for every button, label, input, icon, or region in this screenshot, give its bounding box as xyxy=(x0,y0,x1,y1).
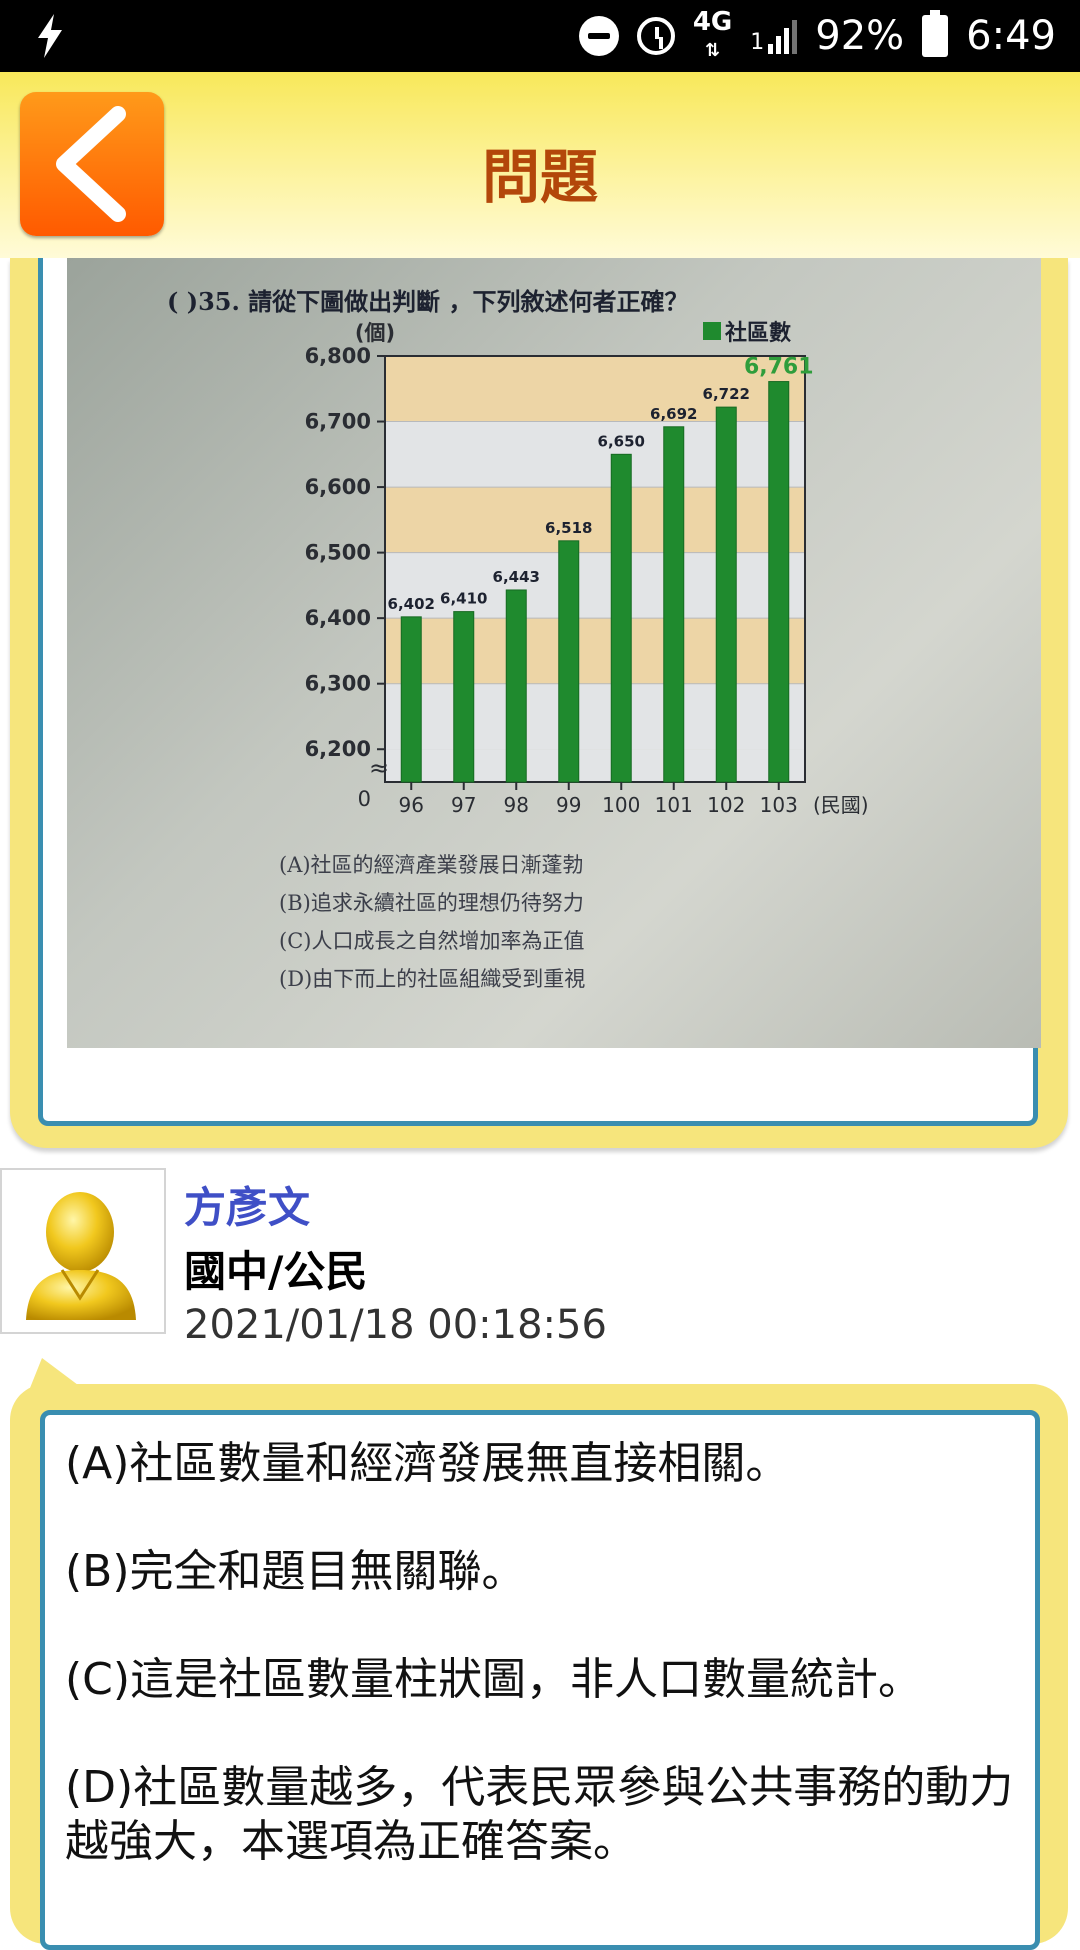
question-card-inner: ( )35. 請從下圖做出判斷 ，下列敘述何者正確？ 6,800 6,700 6,6… xyxy=(38,258,1041,1126)
y-tick-label: 6,200 xyxy=(305,737,371,761)
battery-percent: 92% xyxy=(815,13,905,59)
4g-icon: 4G ⇅ xyxy=(692,6,733,61)
axis-break-mark: ≈ xyxy=(369,754,389,782)
x-tick-label: 98 xyxy=(504,793,529,817)
x-tick-label: 96 xyxy=(399,793,424,817)
chart-band xyxy=(385,487,805,553)
question-option: (C)人口成長之自然增加率為正值 xyxy=(279,929,585,953)
legend-label: 社區數 xyxy=(725,320,791,346)
bar-data-label: 6,402 xyxy=(388,595,435,613)
bar-data-label: 6,410 xyxy=(440,590,487,608)
y-tick-label: 6,800 xyxy=(305,344,371,368)
x-tick-label: 99 xyxy=(556,793,581,817)
chart-bar xyxy=(453,611,475,783)
y-tick-label: 6,500 xyxy=(305,541,371,565)
x-tick-label: 103 xyxy=(760,793,798,817)
y-tick-label: 0 xyxy=(358,787,371,811)
y-axis-label: (個) xyxy=(355,321,395,345)
answer-line: (A)社區數量和經濟發展無直接相關。 xyxy=(65,1438,790,1489)
chart-band xyxy=(385,749,805,782)
bar-data-label: 6,650 xyxy=(598,432,645,450)
page-title: 問題 xyxy=(481,143,598,211)
x-tick-label: 102 xyxy=(707,793,745,817)
answer-line: (C)這是社區數量柱狀圖，非人口數量統計。 xyxy=(65,1654,923,1705)
author-name[interactable]: 方彥文 xyxy=(184,1174,310,1235)
bar-data-label: 6,518 xyxy=(545,519,592,537)
question-options: (A)社區的經濟產業發展日漸蓬勃 (B)追求永續社區的理想仍待努力 (C)人口成… xyxy=(279,846,585,998)
chart-bar xyxy=(558,540,580,783)
x-tick-label: 101 xyxy=(655,793,693,817)
flash-icon xyxy=(36,0,64,72)
chart-bar xyxy=(610,453,632,783)
chart-band xyxy=(385,421,805,488)
question-option: (B)追求永續社區的理想仍待努力 xyxy=(279,891,584,915)
status-bar: 4G ⇅ 1 92% 6:49 xyxy=(0,0,1080,72)
x-tick-label: 97 xyxy=(451,793,476,817)
avatar[interactable] xyxy=(0,1168,166,1334)
chart-bar xyxy=(768,381,790,783)
chart-band xyxy=(385,683,805,750)
answer-bubble: (A)社區數量和經濟發展無直接相關。 (B)完全和題目無關聯。 (C)這是社區數… xyxy=(10,1384,1068,1950)
author-category: 國中/公民 xyxy=(184,1247,368,1296)
y-tick-label: 6,600 xyxy=(305,475,371,499)
bar-data-label: 6,722 xyxy=(703,385,750,403)
question-option: (A)社區的經濟產業發展日漸蓬勃 xyxy=(279,853,584,877)
bar-data-label: 6,761 xyxy=(744,355,814,380)
bar-data-label: 6,443 xyxy=(493,568,540,586)
bar-data-label: 6,692 xyxy=(650,405,697,423)
chart-bar xyxy=(505,589,527,783)
x-tick-label: 100 xyxy=(602,793,640,817)
x-axis-label: (民國) xyxy=(813,793,869,817)
answer-content: (A)社區數量和經濟發展無直接相關。 (B)完全和題目無關聯。 (C)這是社區數… xyxy=(40,1410,1040,1950)
app-header: 問題 xyxy=(0,72,1080,258)
signal-icon: 1 xyxy=(750,18,798,54)
legend-swatch xyxy=(703,322,721,340)
chart-band xyxy=(385,552,805,619)
battery-icon xyxy=(922,10,949,57)
chart-bar xyxy=(663,426,685,783)
y-tick-label: 6,700 xyxy=(305,410,371,434)
chart-band xyxy=(385,618,805,684)
question-option: (D)由下而上的社區組織受到重視 xyxy=(279,967,586,991)
y-tick-label: 6,400 xyxy=(305,606,371,630)
do-not-disturb-icon xyxy=(578,16,619,56)
answer-line: (D)社區數量越多，代表民眾參與公共事務的動力越強大，本選項為正確答案。 xyxy=(65,1762,1014,1867)
alarm-icon xyxy=(636,17,675,55)
question-photo[interactable]: ( )35. 請從下圖做出判斷 ，下列敘述何者正確？ 6,800 6,700 6,6… xyxy=(67,258,1041,1048)
chart-bar xyxy=(400,616,422,783)
answer-timestamp: 2021/01/18 00:18:56 xyxy=(184,1302,607,1348)
question-card: ( )35. 請從下圖做出判斷 ，下列敘述何者正確？ 6,800 6,700 6,6… xyxy=(10,258,1068,1148)
answer-line: (B)完全和題目無關聯。 xyxy=(65,1546,526,1597)
user-avatar-icon xyxy=(26,1192,136,1320)
y-tick-label: 6,300 xyxy=(305,672,371,696)
clock: 6:49 xyxy=(966,13,1056,59)
chart-bar xyxy=(715,406,737,783)
